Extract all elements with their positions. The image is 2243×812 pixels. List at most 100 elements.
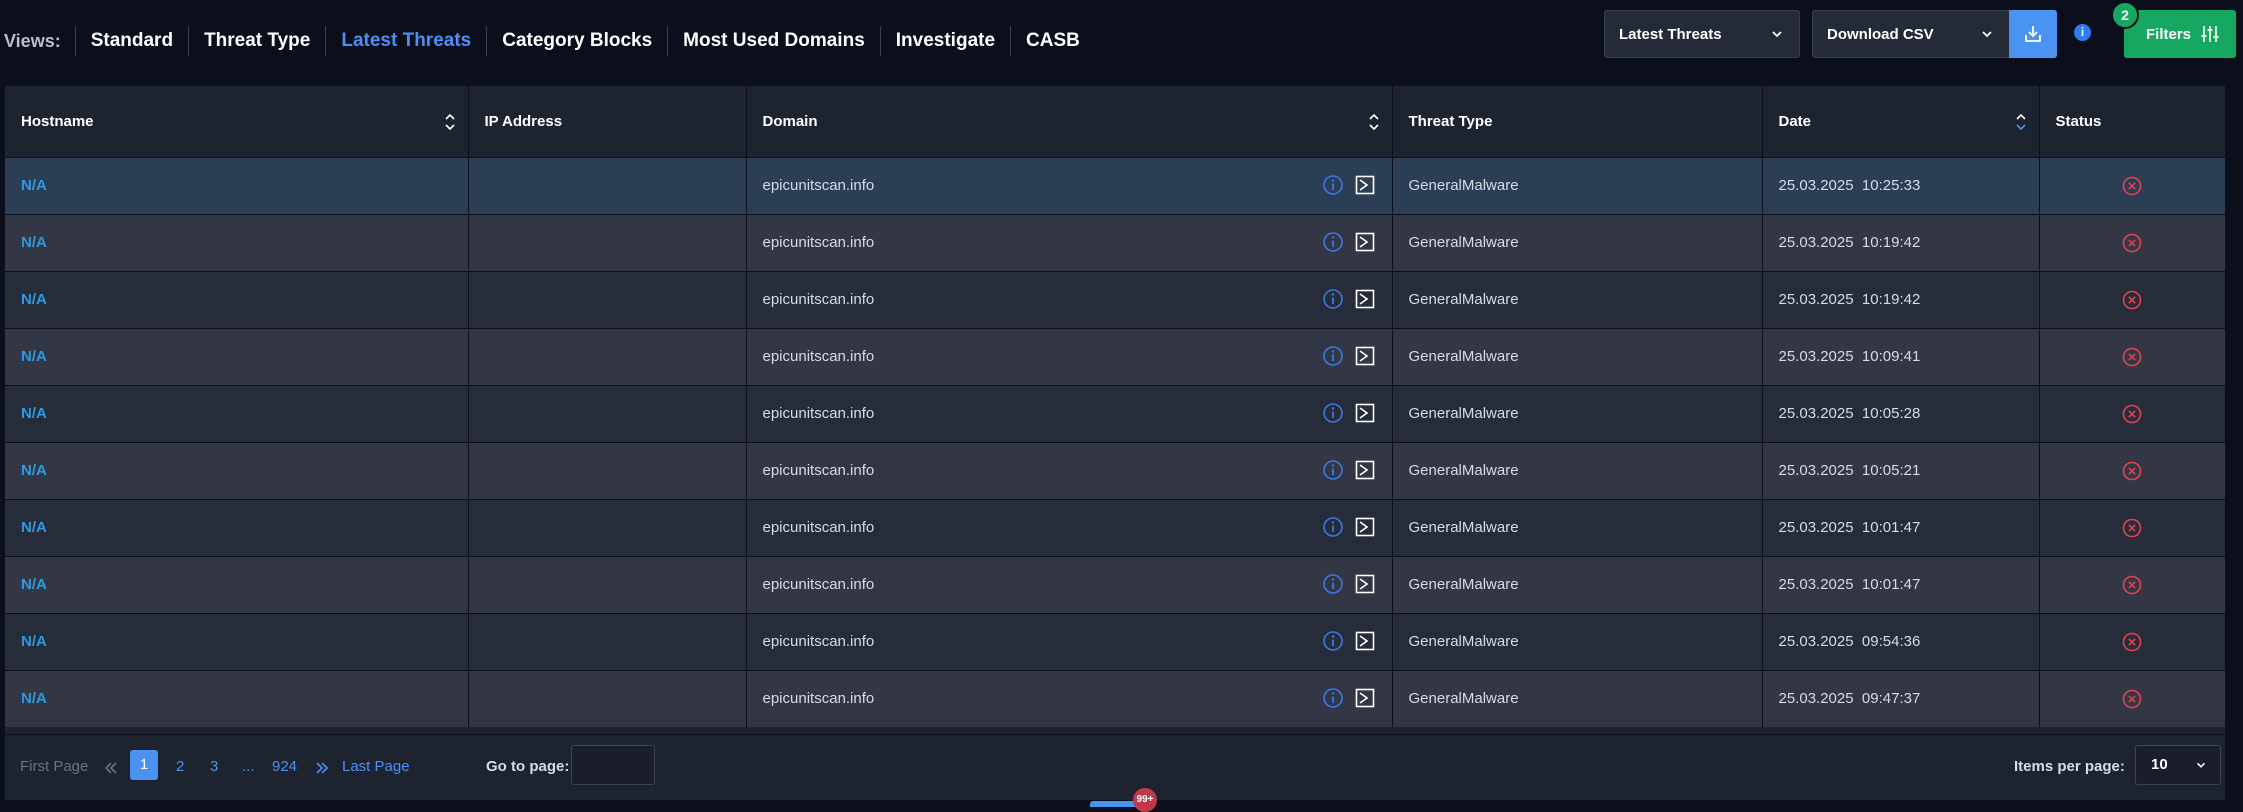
cell-domain: epicunitscan.info [746, 327, 1393, 385]
cell-ip-address [468, 441, 747, 499]
tab-most-used-domains[interactable]: Most Used Domains [667, 26, 880, 56]
cell-hostname[interactable]: N/A [5, 669, 469, 727]
info-circle-icon[interactable] [1322, 573, 1344, 595]
info-circle-icon[interactable] [1322, 288, 1344, 310]
investigate-icon[interactable] [1354, 630, 1376, 652]
info-circle-icon[interactable] [1322, 516, 1344, 538]
blocked-status-icon [2122, 290, 2142, 309]
first-page-link[interactable]: First Page [20, 758, 88, 775]
table-row[interactable]: N/A epicunitscan.info GeneralMalware 25.03… [5, 384, 2226, 442]
hostname-link[interactable]: N/A [21, 690, 47, 707]
sort-desc-icon[interactable] [2015, 111, 2027, 133]
cell-hostname[interactable]: N/A [5, 327, 469, 385]
cell-hostname[interactable]: N/A [5, 555, 469, 613]
investigate-icon[interactable] [1354, 231, 1376, 253]
hostname-link[interactable]: N/A [21, 633, 47, 650]
table-row[interactable]: N/A epicunitscan.info GeneralMalware 25.03… [5, 327, 2226, 385]
info-circle-icon[interactable] [1322, 345, 1344, 367]
info-circle-icon[interactable] [1322, 459, 1344, 481]
table-row[interactable]: N/A epicunitscan.info GeneralMalware 25.03… [5, 669, 2226, 727]
info-circle-icon[interactable] [1322, 402, 1344, 424]
investigate-icon[interactable] [1354, 345, 1376, 367]
download-csv-select[interactable]: Download CSV [1812, 10, 2010, 58]
hostname-link[interactable]: N/A [21, 291, 47, 308]
page-link-924[interactable]: 924 [272, 758, 297, 775]
cell-hostname[interactable]: N/A [5, 498, 469, 556]
last-page-link[interactable]: Last Page [342, 758, 410, 775]
sort-icon[interactable] [1368, 111, 1380, 133]
info-circle-icon[interactable] [1322, 687, 1344, 709]
column-header-date[interactable]: Date [1762, 86, 2040, 157]
sort-icon[interactable] [444, 111, 456, 133]
column-header-hostname[interactable]: Hostname [5, 86, 469, 157]
cell-ip-address [468, 669, 747, 727]
info-circle-icon[interactable] [1322, 231, 1344, 253]
double-chevron-right-icon[interactable] [315, 761, 329, 775]
tab-category-blocks[interactable]: Category Blocks [486, 26, 667, 56]
hostname-link[interactable]: N/A [21, 519, 47, 536]
table-row[interactable]: N/A epicunitscan.info GeneralMalware 25.03… [5, 270, 2226, 328]
hostname-link[interactable]: N/A [21, 177, 47, 194]
page-current[interactable]: 1 [130, 750, 158, 780]
blocked-status-icon [2122, 404, 2142, 423]
cell-ip-address [468, 270, 747, 328]
threat-type-value: GeneralMalware [1408, 633, 1519, 650]
cell-hostname[interactable]: N/A [5, 384, 469, 442]
tab-investigate[interactable]: Investigate [879, 26, 1010, 56]
info-icon[interactable]: i [2074, 24, 2091, 41]
blocked-status-icon [2122, 689, 2142, 709]
view-select[interactable]: Latest Threats [1604, 10, 1800, 58]
column-header-ip-address: IP Address [468, 86, 747, 157]
cell-status [2039, 555, 2226, 613]
investigate-icon[interactable] [1354, 459, 1376, 481]
threat-type-value: GeneralMalware [1408, 405, 1519, 422]
table-row[interactable]: N/A epicunitscan.info GeneralMalware 25.03… [5, 156, 2226, 214]
table-row[interactable]: N/A epicunitscan.info GeneralMalware 25.03… [5, 441, 2226, 499]
cell-hostname[interactable]: N/A [5, 156, 469, 214]
cell-hostname[interactable]: N/A [5, 213, 469, 271]
top-toolbar: Views: Standard Threat Type Latest Threa… [0, 0, 2243, 86]
cell-hostname[interactable]: N/A [5, 270, 469, 328]
cell-status [2039, 327, 2226, 385]
tab-threat-type[interactable]: Threat Type [188, 26, 325, 56]
domain-actions [1322, 459, 1376, 481]
investigate-icon[interactable] [1354, 288, 1376, 310]
bottom-panel-handle[interactable] [1090, 801, 1138, 807]
views-label: Views: [4, 30, 61, 51]
download-button[interactable] [2009, 10, 2057, 58]
tab-latest-threats[interactable]: Latest Threats [325, 26, 486, 56]
table-row[interactable]: N/A epicunitscan.info GeneralMalware 25.03… [5, 555, 2226, 613]
goto-page-input[interactable] [571, 745, 655, 785]
tab-casb[interactable]: CASB [1010, 26, 1095, 56]
info-circle-icon[interactable] [1322, 174, 1344, 196]
hostname-link[interactable]: N/A [21, 405, 47, 422]
cell-hostname[interactable]: N/A [5, 612, 469, 670]
table-row[interactable]: N/A epicunitscan.info GeneralMalware 25.03… [5, 213, 2226, 271]
cell-date: 25.03.2025 10:19:42 [1762, 213, 2040, 271]
hostname-link[interactable]: N/A [21, 462, 47, 479]
page-link-2[interactable]: 2 [176, 758, 184, 775]
hostname-link[interactable]: N/A [21, 234, 47, 251]
investigate-icon[interactable] [1354, 174, 1376, 196]
items-per-page-select[interactable]: 10 [2135, 745, 2221, 785]
investigate-icon[interactable] [1354, 402, 1376, 424]
double-chevron-left-icon[interactable] [104, 761, 118, 775]
filters-button[interactable]: Filters [2124, 10, 2236, 58]
domain-value: epicunitscan.info [762, 576, 875, 593]
blocked-status-icon [2122, 518, 2142, 537]
page-link-3[interactable]: 3 [210, 758, 218, 775]
cell-hostname[interactable]: N/A [5, 441, 469, 499]
tab-standard[interactable]: Standard [74, 26, 188, 56]
column-header-domain[interactable]: Domain [746, 86, 1393, 157]
investigate-icon[interactable] [1354, 573, 1376, 595]
table-row[interactable]: N/A epicunitscan.info GeneralMalware 25.03… [5, 612, 2226, 670]
hostname-link[interactable]: N/A [21, 348, 47, 365]
cell-status [2039, 270, 2226, 328]
investigate-icon[interactable] [1354, 687, 1376, 709]
table-row[interactable]: N/A epicunitscan.info GeneralMalware 25.03… [5, 498, 2226, 556]
hostname-link[interactable]: N/A [21, 576, 47, 593]
info-circle-icon[interactable] [1322, 630, 1344, 652]
date-value: 25.03.2025 10:19:42 [1778, 291, 1921, 308]
investigate-icon[interactable] [1354, 516, 1376, 538]
domain-actions [1322, 687, 1376, 709]
